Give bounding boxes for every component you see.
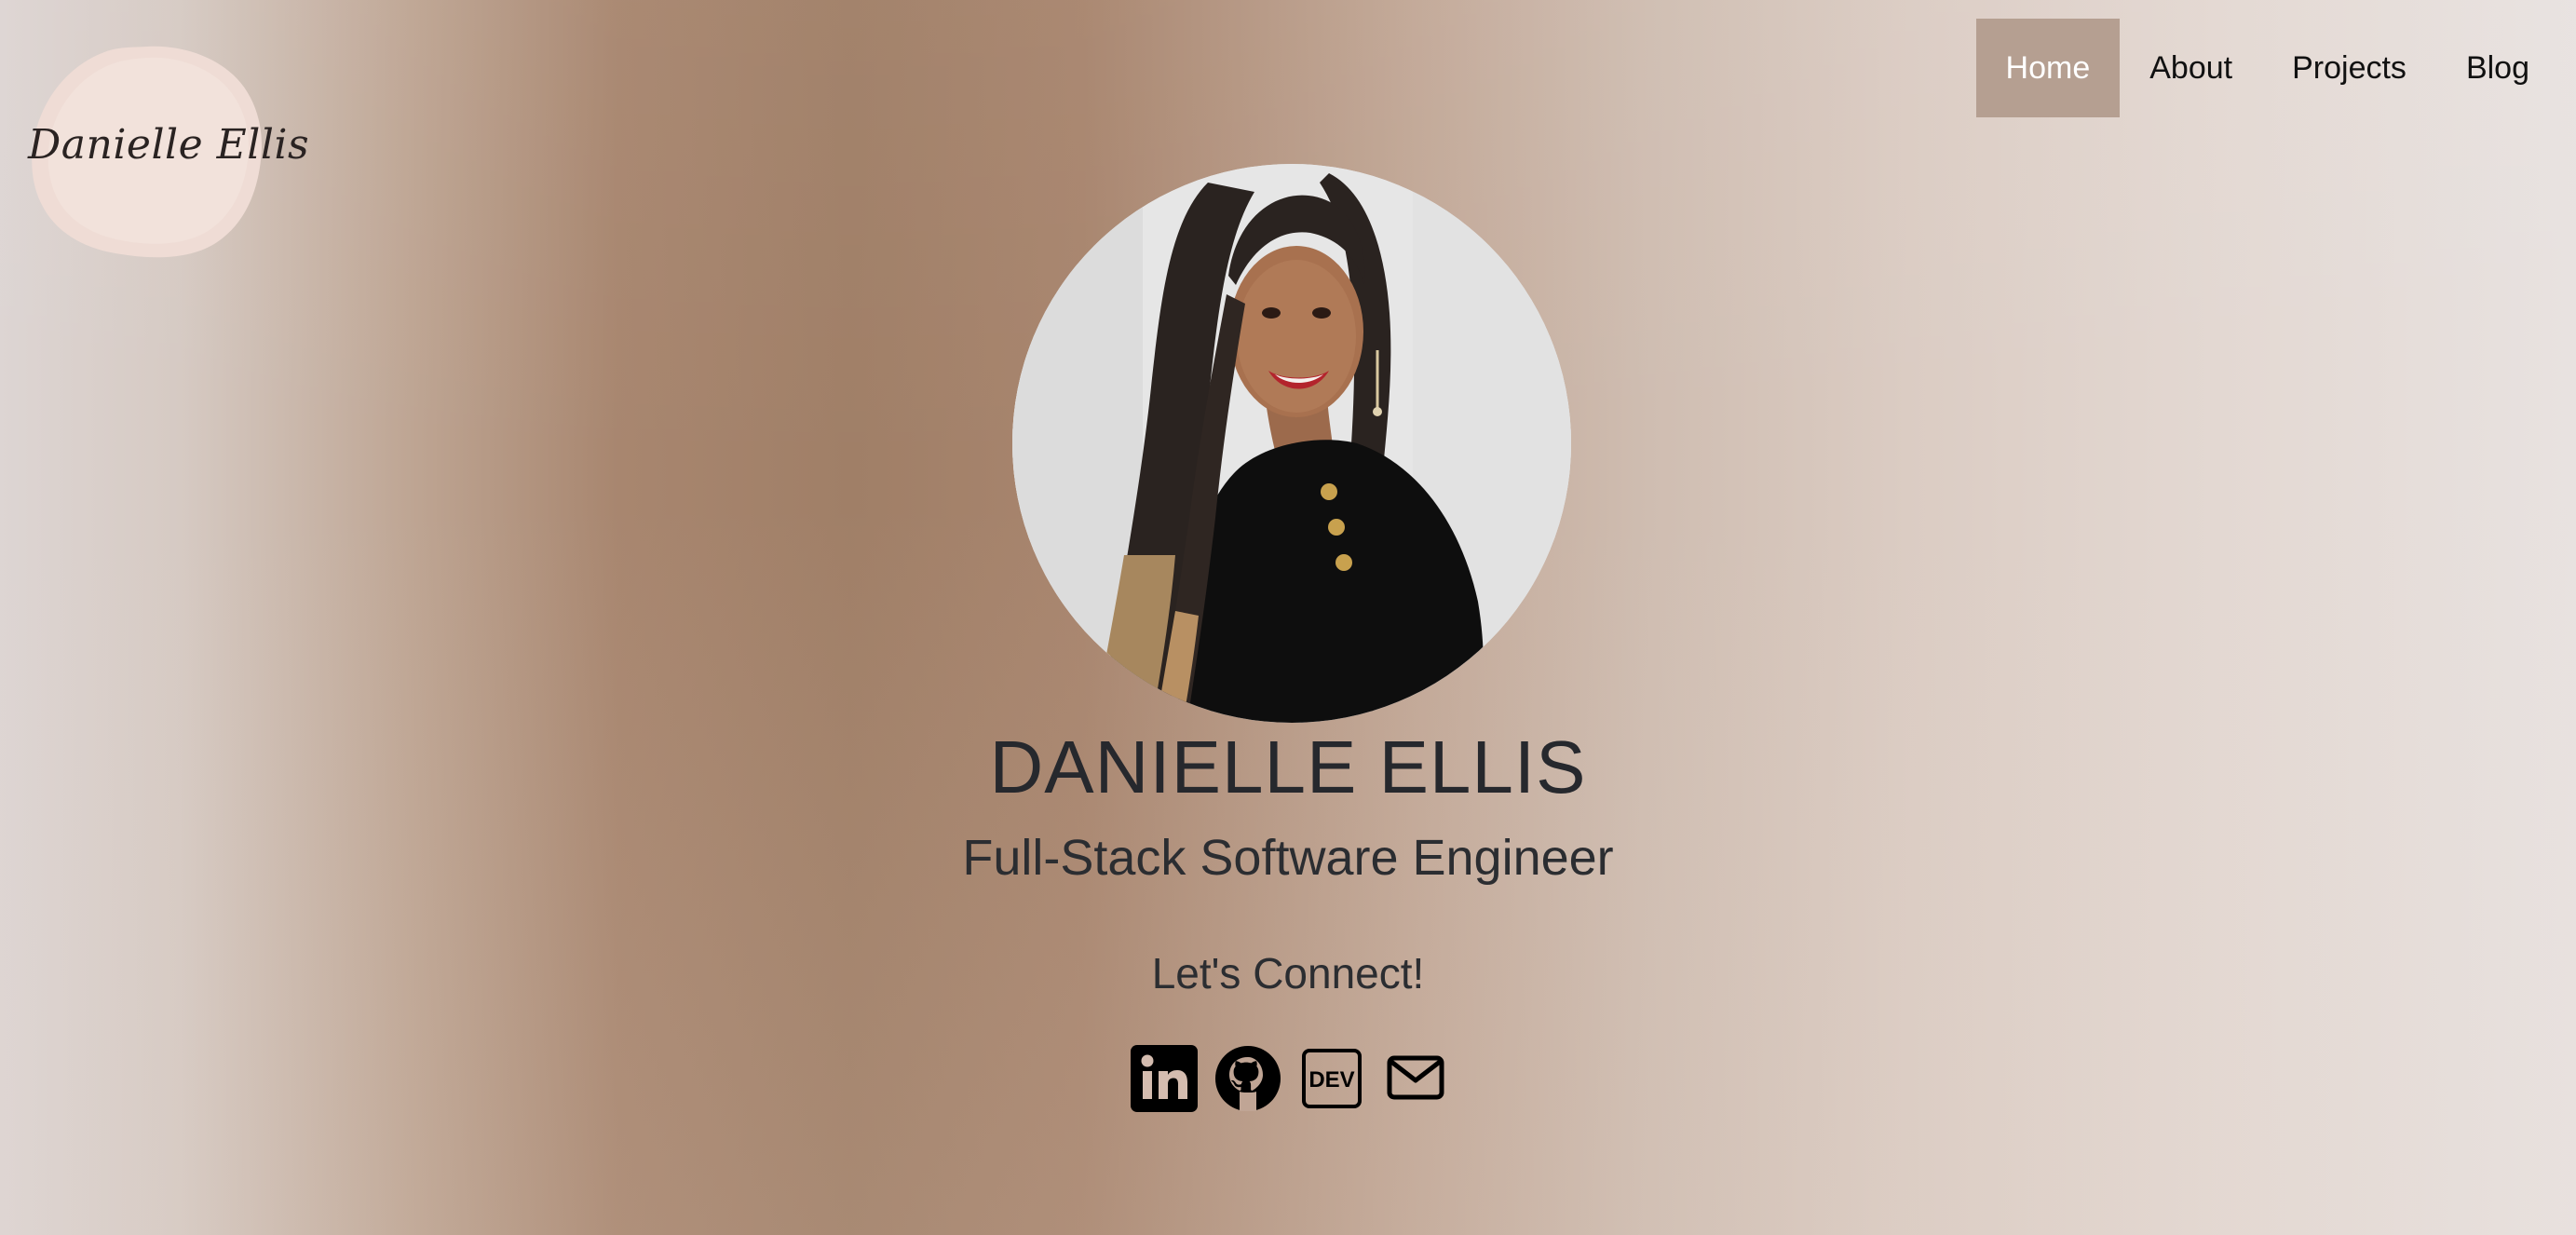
- dev-icon: DEV: [1302, 1049, 1362, 1108]
- nav-blog[interactable]: Blog: [2436, 19, 2576, 117]
- nav-about[interactable]: About: [2120, 19, 2262, 117]
- nav-home[interactable]: Home: [1975, 19, 2121, 117]
- linkedin-icon: [1131, 1045, 1198, 1112]
- hero-name: DANIELLE ELLIS: [989, 726, 1587, 808]
- logo-text: Danielle Ellis: [28, 121, 310, 169]
- connect-heading: Let's Connect!: [1151, 949, 1425, 998]
- linkedin-link[interactable]: [1131, 1045, 1198, 1112]
- mail-icon: [1387, 1055, 1444, 1100]
- nav-projects[interactable]: Projects: [2262, 19, 2436, 117]
- social-links: DEV: [1131, 1045, 1449, 1112]
- site-logo[interactable]: Danielle Ellis: [28, 41, 310, 261]
- email-link[interactable]: [1382, 1045, 1449, 1112]
- profile-photo: [1012, 164, 1571, 723]
- main-nav: Home About Projects Blog: [1975, 19, 2576, 117]
- github-link[interactable]: [1214, 1045, 1281, 1112]
- dev-link[interactable]: DEV: [1298, 1045, 1365, 1112]
- hero-title: Full-Stack Software Engineer: [962, 830, 1614, 886]
- dev-icon-label: DEV: [1308, 1067, 1354, 1092]
- github-icon: [1215, 1046, 1281, 1111]
